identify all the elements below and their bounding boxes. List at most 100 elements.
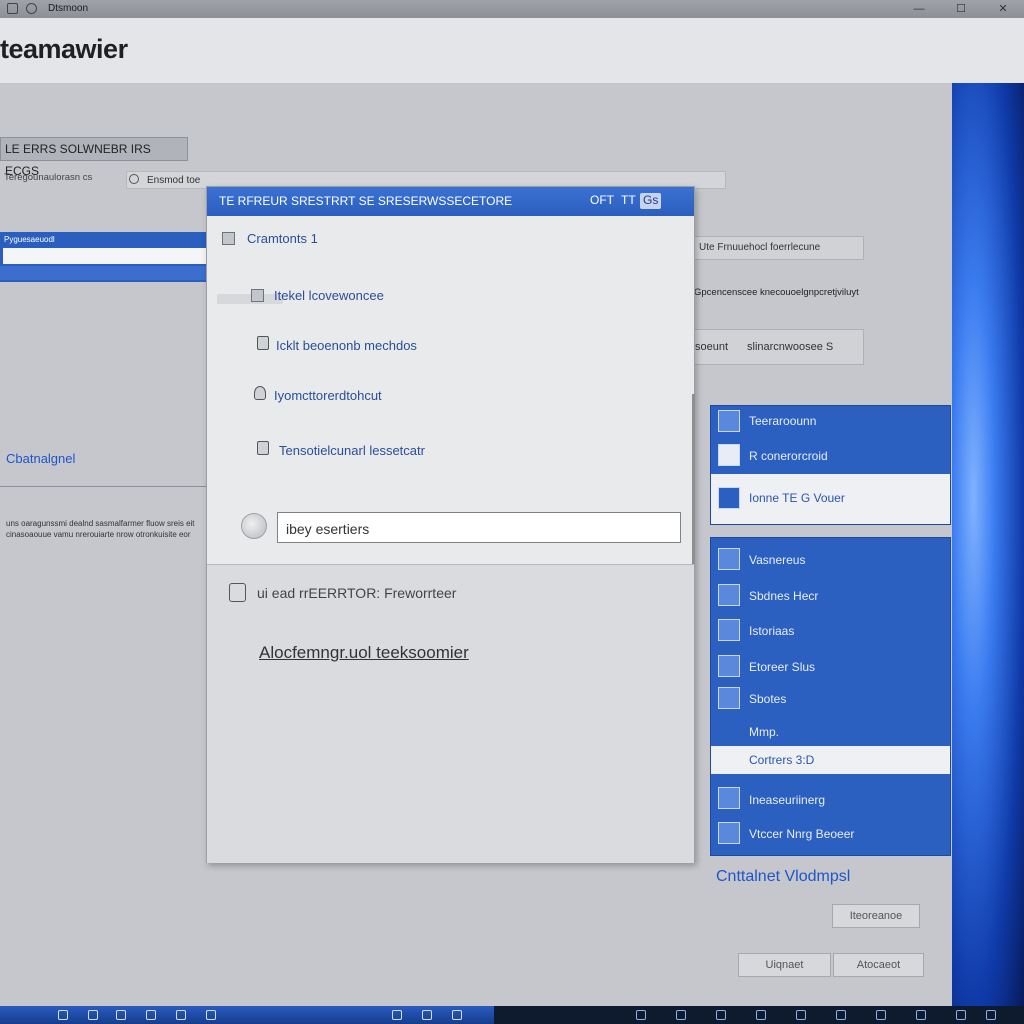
right-link[interactable]: Cnttalnet Vlodmpsl [716, 868, 850, 886]
row-strip [0, 266, 206, 280]
dialog-bottom [207, 564, 694, 863]
dialog-button-1[interactable]: OFT [590, 193, 614, 209]
list-item-selected[interactable]: Ionne TE G Vouer [711, 474, 950, 524]
list-item[interactable]: Sbdnes Hecr [711, 580, 950, 614]
option-label[interactable]: Iyomcttorerdtohcut [274, 388, 382, 403]
list-item-label: Mmp. [749, 725, 779, 739]
bottom-title: ui ead rrEERRTOR: Freworrteer [257, 585, 457, 601]
row-input[interactable] [3, 248, 206, 264]
minimize-icon[interactable]: — [898, 0, 940, 18]
right-field-2[interactable]: soeunt slinarcnwoosee S [694, 329, 864, 365]
user-icon [718, 410, 740, 432]
search-text: Ensmod toe [147, 175, 201, 186]
taskbar-app-icon[interactable] [676, 1010, 686, 1020]
dialog-button-3[interactable]: Gs [640, 193, 662, 209]
desktop-wallpaper [952, 83, 1024, 1006]
list-item[interactable]: Mmp. [711, 717, 950, 747]
taskbar-app-icon[interactable] [146, 1010, 156, 1020]
settings-icon [718, 584, 740, 606]
option-label[interactable]: Itekel lcovewoncee [274, 288, 384, 303]
taskbar-app-icon[interactable] [116, 1010, 126, 1020]
dialog: TE RFREUR SRESTRRT SE SRESERWSSECETORE O… [206, 186, 695, 863]
tools-icon [718, 687, 740, 709]
list-item-label: Etoreer Slus [749, 660, 816, 674]
taskbar-app-icon[interactable] [88, 1010, 98, 1020]
globe-icon [241, 513, 267, 539]
right-field-1[interactable]: Ute Frnuuehocl foerrlecune [694, 236, 864, 260]
secondary-button[interactable]: Iteoreanoe [832, 904, 920, 928]
list-item[interactable]: Vasnereus [711, 544, 950, 578]
checkbox-icon[interactable] [251, 289, 264, 302]
taskbar-app-icon[interactable] [422, 1010, 432, 1020]
dialog-options: Cramtonts 1 Itekel lcovewoncee Icklt beo… [207, 216, 694, 564]
bell-icon [254, 386, 266, 400]
qr-code-icon [718, 444, 740, 466]
taskbar-app-icon[interactable] [956, 1010, 966, 1020]
bottom-link[interactable]: Alocfemngr.uol teeksoomier [259, 643, 469, 663]
image-icon [718, 487, 740, 509]
taskbar-app-icon[interactable] [756, 1010, 766, 1020]
menu-icon[interactable] [26, 3, 37, 14]
ok-button[interactable]: Uiqnaet [738, 953, 831, 977]
list-item[interactable]: Vtccer Nnrg Beoeer [711, 818, 950, 852]
dialog-button-2[interactable]: TT [621, 193, 636, 209]
taskbar-app-icon[interactable] [986, 1010, 996, 1020]
taskbar [0, 1006, 1024, 1024]
list-item[interactable]: Teeraroounn [711, 406, 950, 438]
list-item-label: Vtccer Nnrg Beoeer [749, 827, 855, 841]
divider [0, 486, 206, 487]
taskbar-app-icon[interactable] [796, 1010, 806, 1020]
cancel-button[interactable]: Atocaeot [833, 953, 924, 977]
close-icon[interactable]: ✕ [982, 0, 1024, 18]
taskbar-app-icon[interactable] [916, 1010, 926, 1020]
option-label[interactable]: Icklt beoenonb mechdos [276, 338, 417, 353]
list-item[interactable]: R conerorcroid [711, 438, 950, 474]
cube-icon [718, 749, 740, 771]
dialog-titlebar: TE RFREUR SRESTRRT SE SRESERWSSECETORE O… [207, 187, 694, 216]
document-icon [229, 583, 246, 602]
list-item-selected[interactable]: Cortrers 3:D [711, 746, 950, 774]
folder-icon [718, 548, 740, 570]
app-header: teamawier [0, 18, 1024, 84]
option-list-1: Teeraroounn R conerorcroid Ionne TE G Vo… [710, 405, 951, 525]
taskbar-app-icon[interactable] [392, 1010, 402, 1020]
dialog-scrollbar[interactable] [692, 394, 695, 564]
maximize-icon[interactable]: ☐ [940, 0, 982, 18]
list-item-label: Cortrers 3:D [749, 753, 815, 767]
list-item[interactable]: Sbotes [711, 684, 950, 716]
right-field-2-a: soeunt [695, 341, 729, 353]
taskbar-app-icon[interactable] [716, 1010, 726, 1020]
selected-row[interactable]: Pyguesaeuodl [0, 232, 206, 282]
taskbar-app-icon[interactable] [176, 1010, 186, 1020]
list-item[interactable]: Etoreer Slus [711, 651, 950, 685]
taskbar-left [0, 1006, 494, 1024]
start-icon[interactable] [58, 1010, 68, 1020]
list-item[interactable]: Ineaseuriinerg [711, 784, 950, 816]
taskbar-app-icon[interactable] [876, 1010, 886, 1020]
list-item[interactable]: Istoriaas [711, 615, 950, 649]
taskbar-app-icon[interactable] [836, 1010, 846, 1020]
taskbar-app-icon[interactable] [452, 1010, 462, 1020]
app-icon [7, 3, 18, 14]
right-description: Gpcencenscee knecouoelgnpcretjviluyt [694, 287, 859, 298]
option-label[interactable]: Tensotielcunarl lessetcatr [279, 443, 425, 458]
row-label: Pyguesaeuodl [4, 235, 55, 244]
group-checkbox[interactable] [222, 232, 235, 245]
left-paragraph: uns oaragunssmi dealnd sasmalfarmer fluo… [6, 519, 195, 539]
taskbar-app-icon[interactable] [636, 1010, 646, 1020]
taskbar-app-icon[interactable] [206, 1010, 216, 1020]
dialog-title: TE RFREUR SRESTRRT SE SRESERWSSECETORE [219, 194, 513, 208]
grid-icon [718, 619, 740, 641]
group-label: Cramtonts 1 [247, 231, 318, 246]
left-link[interactable]: Cbatnalgnel [6, 451, 75, 466]
list-item-label: Sbdnes Hecr [749, 589, 819, 603]
media-icon [718, 655, 740, 677]
monitor-icon [718, 822, 740, 844]
list-item-label: R conerorcroid [749, 449, 828, 463]
window-titlebar: Dtsmoon — ☐ ✕ [0, 0, 1024, 19]
list-item-label: Sbotes [749, 692, 787, 706]
dialog-input[interactable]: ibey esertiers [277, 512, 681, 543]
list-item-label: Ionne TE G Vouer [749, 491, 845, 505]
search-icon [129, 174, 139, 184]
section-subtext: Teregounaulorasn cs [4, 172, 93, 183]
